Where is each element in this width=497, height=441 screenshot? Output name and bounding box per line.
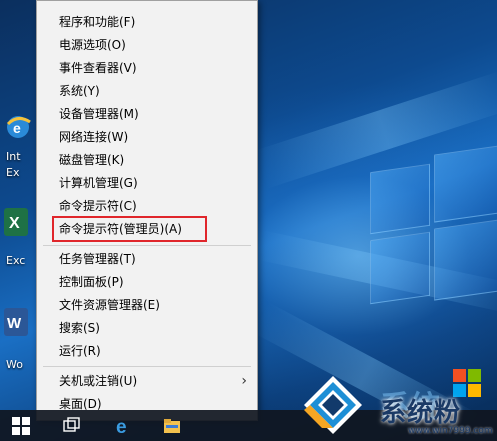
menu-item-programs-features[interactable]: 程序和功能(F): [37, 11, 257, 33]
highlight-annotation: [52, 216, 207, 242]
start-icon[interactable]: [12, 417, 30, 435]
edge-icon[interactable]: e: [114, 416, 134, 438]
internet-explorer-icon[interactable]: e: [4, 112, 31, 140]
menu-item-file-explorer[interactable]: 文件资源管理器(E): [37, 294, 257, 316]
desktop-icon-label: Ex: [6, 166, 20, 179]
menu-item-event-viewer[interactable]: 事件查看器(V): [37, 57, 257, 79]
menu-item-disk-management[interactable]: 磁盘管理(K): [37, 149, 257, 171]
winx-context-menu: 程序和功能(F) 电源选项(O) 事件查看器(V) 系统(Y) 设备管理器(M)…: [36, 0, 258, 421]
menu-item-system[interactable]: 系统(Y): [37, 80, 257, 102]
menu-item-run[interactable]: 运行(R): [37, 340, 257, 362]
menu-item-task-manager[interactable]: 任务管理器(T): [37, 248, 257, 270]
menu-separator: [43, 245, 251, 246]
task-view-icon[interactable]: [62, 416, 82, 436]
desktop-icon-label: Exc: [6, 254, 26, 267]
svg-text:X: X: [9, 215, 20, 232]
menu-item-search[interactable]: 搜索(S): [37, 317, 257, 339]
chevron-right-icon: ›: [241, 373, 247, 389]
word-icon[interactable]: W: [4, 308, 28, 336]
watermark-brand: 系统粉: [380, 398, 462, 428]
wallpaper-logo-pane: [434, 145, 497, 223]
watermark-url: www.win7999.com: [408, 426, 493, 436]
file-explorer-icon[interactable]: [162, 416, 182, 436]
wallpaper-logo-pane: [370, 163, 430, 235]
menu-item-control-panel[interactable]: 控制面板(P): [37, 271, 257, 293]
svg-text:W: W: [7, 315, 22, 332]
menu-item-power-options[interactable]: 电源选项(O): [37, 34, 257, 56]
desktop-icon-label: Int: [6, 150, 21, 163]
excel-icon[interactable]: X: [4, 208, 28, 236]
menu-item-device-manager[interactable]: 设备管理器(M): [37, 103, 257, 125]
svg-text:e: e: [116, 417, 127, 436]
desktop-icon-label: Wo: [6, 358, 23, 371]
menu-item-command-prompt[interactable]: 命令提示符(C): [37, 195, 257, 217]
watermark-logo: 系统 系统粉 www.win7999.com: [302, 360, 497, 441]
menu-item-label: 关机或注销(U): [59, 374, 138, 388]
menu-item-network-connections[interactable]: 网络连接(W): [37, 126, 257, 148]
wallpaper-logo-pane: [434, 219, 497, 301]
svg-text:e: e: [13, 120, 21, 136]
wallpaper-logo-pane: [370, 231, 430, 305]
menu-separator: [43, 366, 251, 367]
menu-item-computer-management[interactable]: 计算机管理(G): [37, 172, 257, 194]
menu-item-shutdown-signout[interactable]: 关机或注销(U) ›: [37, 370, 257, 392]
watermark-emblem-icon: [304, 376, 362, 434]
